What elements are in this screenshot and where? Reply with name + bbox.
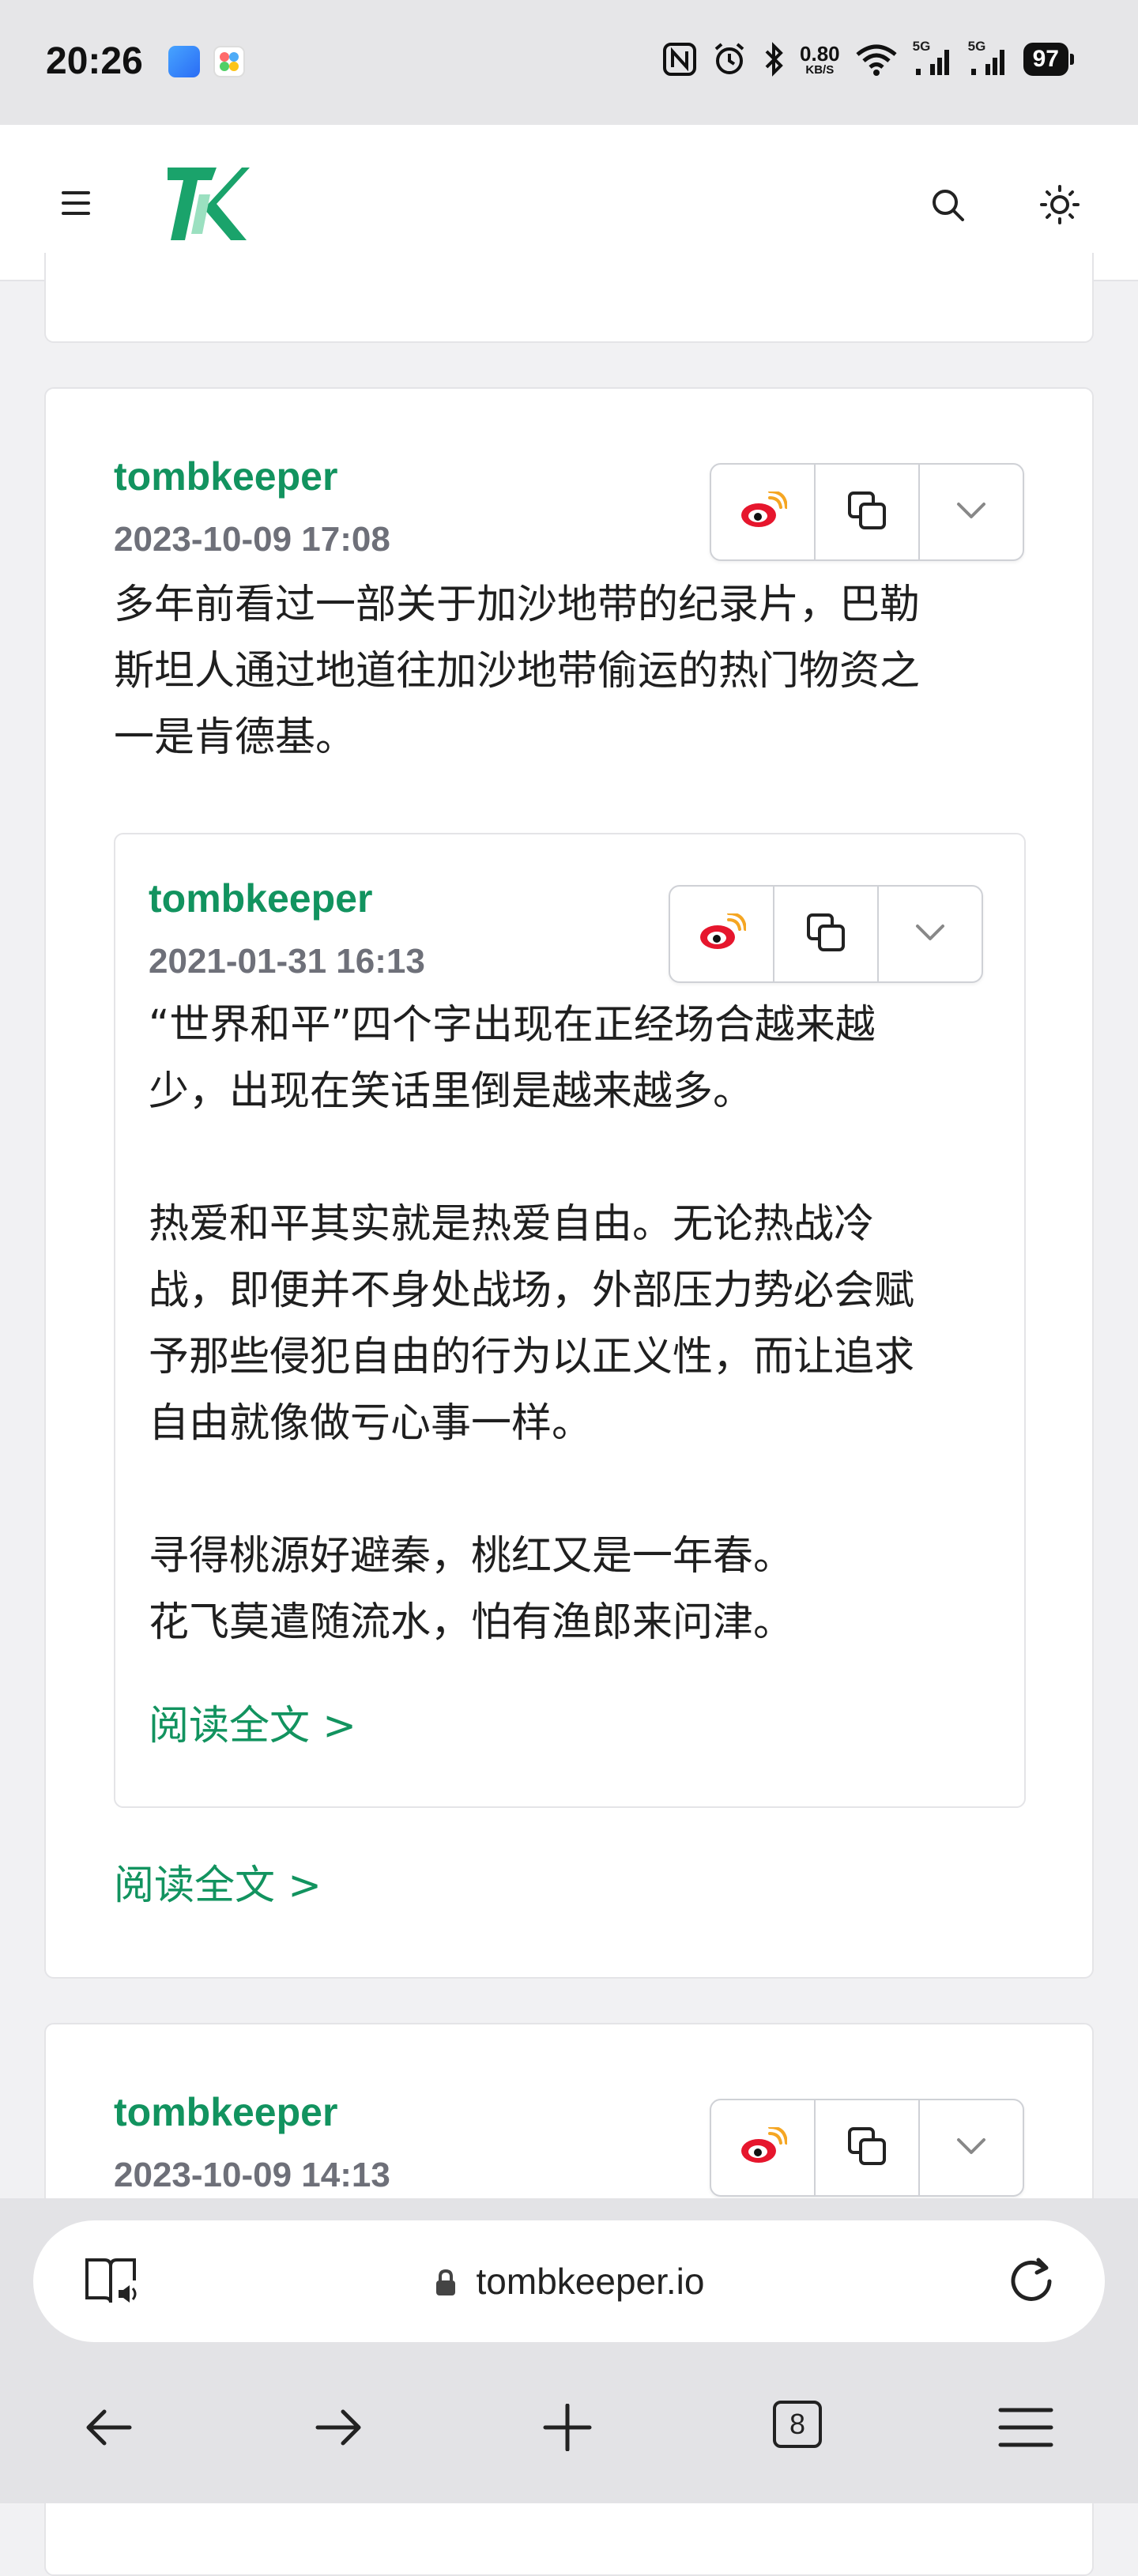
cell-signal-icon-2: 5G — [968, 39, 1009, 77]
chevron-down-icon — [913, 921, 948, 947]
tk-logo[interactable] — [168, 164, 250, 247]
post-action-group — [710, 2099, 1024, 2197]
app-notification-icon — [168, 46, 200, 77]
read-more-link[interactable]: 阅读全文 > — [114, 1852, 322, 1911]
hamburger-icon[interactable] — [62, 191, 93, 215]
quoted-read-more-link[interactable]: 阅读全文 > — [149, 1693, 356, 1751]
weibo-button[interactable] — [670, 887, 773, 981]
chevron-down-icon — [954, 2135, 989, 2160]
weibo-icon — [738, 490, 788, 533]
chevron-down-icon — [954, 499, 989, 525]
post-date: 2023-10-09 17:08 — [114, 520, 390, 559]
post-action-group — [710, 463, 1024, 561]
cell-signal-icon: 5G — [913, 39, 954, 77]
battery-indicator: 97 — [1023, 43, 1075, 76]
nfc-icon — [662, 42, 697, 77]
status-time: 20:26 — [46, 40, 143, 82]
search-icon[interactable] — [929, 186, 967, 228]
post-card: tombkeeper 2023-10-09 17:08 多年前看过一部关于加沙地… — [44, 387, 1094, 1979]
quoted-post-date: 2021-01-31 16:13 — [149, 942, 425, 981]
more-dropdown-button[interactable] — [918, 465, 1023, 559]
url-display[interactable]: tombkeeper.io — [33, 2260, 1105, 2306]
more-dropdown-button[interactable] — [918, 2100, 1023, 2195]
quoted-post-action-group — [669, 885, 983, 983]
quoted-post-author[interactable]: tombkeeper — [149, 876, 372, 921]
browser-nav-bar: 8 — [0, 2367, 1138, 2503]
new-tab-plus-icon[interactable] — [542, 2403, 593, 2454]
app-notification-icon-2 — [213, 46, 245, 77]
quoted-post: tombkeeper 2021-01-31 16:13 “世界和平”四个字出现在… — [114, 833, 1026, 1808]
lock-icon — [434, 2263, 458, 2306]
url-text: tombkeeper.io — [476, 2261, 705, 2302]
status-bar: 20:26 0.80 KB/S 5G 5G 97 — [0, 0, 1138, 125]
address-bar[interactable]: tombkeeper.io — [33, 2220, 1105, 2342]
wifi-icon — [854, 42, 899, 77]
weibo-button[interactable] — [711, 2100, 814, 2195]
copy-button[interactable] — [814, 465, 918, 559]
weibo-button[interactable] — [711, 465, 814, 559]
post-author[interactable]: tombkeeper — [114, 454, 337, 499]
browser-toolbar: tombkeeper.io 8 — [0, 2198, 1138, 2503]
more-dropdown-button[interactable] — [877, 887, 982, 981]
weibo-icon — [697, 912, 747, 955]
sun-icon[interactable] — [1038, 183, 1081, 229]
bluetooth-icon — [762, 41, 786, 77]
copy-button[interactable] — [773, 887, 877, 981]
network-speed: 0.80 KB/S — [800, 41, 840, 77]
copy-icon — [846, 490, 887, 534]
copy-icon — [805, 912, 846, 956]
post-text: 多年前看过一部关于加沙地带的纪录片，巴勒 斯坦人通过地道往加沙地带偷运的热门物资… — [114, 582, 921, 761]
post-author[interactable]: tombkeeper — [114, 2089, 337, 2135]
quoted-post-text: “世界和平”四个字出现在正经场合越来越 少，出现在笑话里倒是越来越多。 热爱和平… — [149, 1002, 915, 1646]
copy-button[interactable] — [814, 2100, 918, 2195]
alarm-icon — [711, 41, 748, 77]
menu-icon[interactable] — [997, 2404, 1054, 2454]
tabs-count-button[interactable]: 8 — [773, 2401, 822, 2448]
post-card-previous — [44, 253, 1094, 343]
weibo-icon — [738, 2126, 788, 2168]
copy-icon — [846, 2126, 887, 2170]
post-date: 2023-10-09 14:13 — [114, 2156, 390, 2194]
forward-arrow-icon[interactable] — [313, 2404, 364, 2454]
reload-icon[interactable] — [1004, 2254, 1059, 2312]
back-arrow-icon[interactable] — [84, 2404, 134, 2454]
